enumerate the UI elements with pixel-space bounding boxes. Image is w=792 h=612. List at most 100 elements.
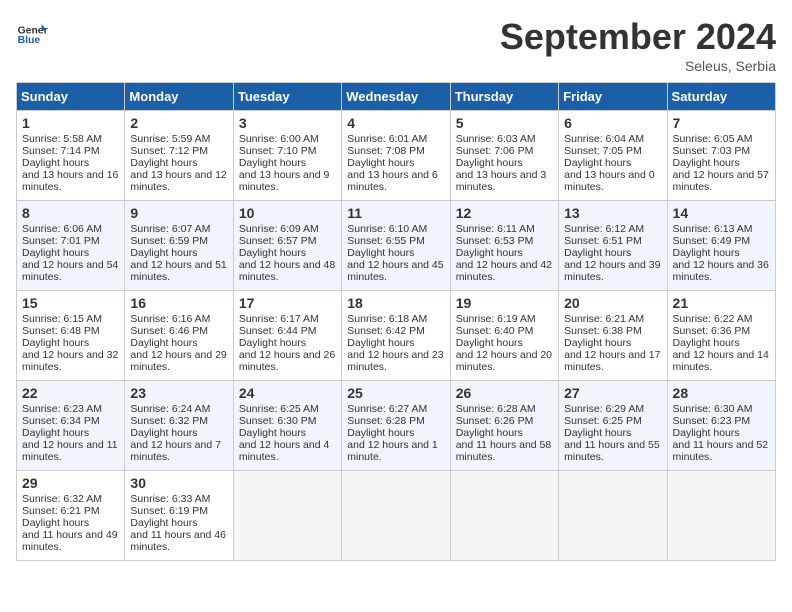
- calendar-row: 15 Sunrise: 6:15 AM Sunset: 6:48 PM Dayl…: [17, 291, 776, 381]
- calendar-cell: 18 Sunrise: 6:18 AM Sunset: 6:42 PM Dayl…: [342, 291, 450, 381]
- daylight-label: Daylight hours: [564, 427, 631, 439]
- daylight-label: Daylight hours: [673, 157, 740, 169]
- daylight-label: Daylight hours: [456, 337, 523, 349]
- sunrise: Sunrise: 6:27 AM: [347, 403, 427, 415]
- calendar-cell: 28 Sunrise: 6:30 AM Sunset: 6:23 PM Dayl…: [667, 381, 775, 471]
- day-number: 19: [456, 295, 553, 311]
- daylight-duration: and 12 hours and 45 minutes.: [347, 259, 443, 283]
- day-number: 3: [239, 115, 336, 131]
- daylight-label: Daylight hours: [456, 157, 523, 169]
- svg-text:Blue: Blue: [18, 35, 41, 46]
- col-thursday: Thursday: [450, 83, 558, 111]
- day-number: 21: [673, 295, 770, 311]
- sunset: Sunset: 6:49 PM: [673, 235, 751, 247]
- sunrise: Sunrise: 6:07 AM: [130, 223, 210, 235]
- calendar-cell: 12 Sunrise: 6:11 AM Sunset: 6:53 PM Dayl…: [450, 201, 558, 291]
- sunrise: Sunrise: 6:11 AM: [456, 223, 535, 235]
- sunrise: Sunrise: 6:00 AM: [239, 133, 319, 145]
- sunset: Sunset: 6:23 PM: [673, 415, 751, 427]
- calendar-cell: [342, 471, 450, 561]
- daylight-label: Daylight hours: [564, 157, 631, 169]
- sunrise: Sunrise: 6:25 AM: [239, 403, 319, 415]
- daylight-duration: and 12 hours and 39 minutes.: [564, 259, 660, 283]
- day-number: 24: [239, 385, 336, 401]
- daylight-label: Daylight hours: [130, 337, 197, 349]
- daylight-duration: and 12 hours and 23 minutes.: [347, 349, 443, 373]
- sunrise: Sunrise: 5:59 AM: [130, 133, 210, 145]
- day-number: 22: [22, 385, 119, 401]
- calendar-cell: [667, 471, 775, 561]
- sunset: Sunset: 6:40 PM: [456, 325, 534, 337]
- day-number: 11: [347, 205, 444, 221]
- daylight-label: Daylight hours: [347, 157, 414, 169]
- sunset: Sunset: 6:19 PM: [130, 505, 208, 517]
- sunset: Sunset: 6:32 PM: [130, 415, 208, 427]
- sunset: Sunset: 6:36 PM: [673, 325, 751, 337]
- daylight-label: Daylight hours: [239, 427, 306, 439]
- day-number: 16: [130, 295, 227, 311]
- day-number: 13: [564, 205, 661, 221]
- calendar-cell: [559, 471, 667, 561]
- day-number: 8: [22, 205, 119, 221]
- sunset: Sunset: 7:03 PM: [673, 145, 751, 157]
- daylight-duration: and 12 hours and 32 minutes.: [22, 349, 118, 373]
- day-number: 17: [239, 295, 336, 311]
- daylight-duration: and 12 hours and 57 minutes.: [673, 169, 769, 193]
- day-number: 23: [130, 385, 227, 401]
- daylight-duration: and 13 hours and 6 minutes.: [347, 169, 438, 193]
- col-saturday: Saturday: [667, 83, 775, 111]
- sunset: Sunset: 6:55 PM: [347, 235, 425, 247]
- day-number: 12: [456, 205, 553, 221]
- daylight-label: Daylight hours: [564, 337, 631, 349]
- sunrise: Sunrise: 6:17 AM: [239, 313, 319, 325]
- calendar-cell: 9 Sunrise: 6:07 AM Sunset: 6:59 PM Dayli…: [125, 201, 233, 291]
- col-monday: Monday: [125, 83, 233, 111]
- daylight-label: Daylight hours: [239, 337, 306, 349]
- daylight-duration: and 11 hours and 58 minutes.: [456, 439, 552, 463]
- sunset: Sunset: 7:08 PM: [347, 145, 425, 157]
- sunrise: Sunrise: 6:03 AM: [456, 133, 536, 145]
- calendar-cell: 13 Sunrise: 6:12 AM Sunset: 6:51 PM Dayl…: [559, 201, 667, 291]
- sunrise: Sunrise: 6:16 AM: [130, 313, 210, 325]
- calendar-row: 22 Sunrise: 6:23 AM Sunset: 6:34 PM Dayl…: [17, 381, 776, 471]
- day-number: 9: [130, 205, 227, 221]
- daylight-duration: and 11 hours and 46 minutes.: [130, 529, 226, 553]
- calendar-cell: [233, 471, 341, 561]
- daylight-duration: and 12 hours and 14 minutes.: [673, 349, 769, 373]
- sunrise: Sunrise: 6:13 AM: [673, 223, 753, 235]
- sunrise: Sunrise: 6:30 AM: [673, 403, 753, 415]
- day-number: 18: [347, 295, 444, 311]
- title-block: September 2024 Seleus, Serbia: [500, 16, 776, 74]
- daylight-duration: and 13 hours and 12 minutes.: [130, 169, 226, 193]
- calendar-cell: 23 Sunrise: 6:24 AM Sunset: 6:32 PM Dayl…: [125, 381, 233, 471]
- sunset: Sunset: 7:10 PM: [239, 145, 317, 157]
- sunset: Sunset: 6:42 PM: [347, 325, 425, 337]
- col-wednesday: Wednesday: [342, 83, 450, 111]
- sunrise: Sunrise: 6:22 AM: [673, 313, 753, 325]
- sunrise: Sunrise: 6:12 AM: [564, 223, 644, 235]
- header-row: Sunday Monday Tuesday Wednesday Thursday…: [17, 83, 776, 111]
- daylight-duration: and 12 hours and 1 minute.: [347, 439, 438, 463]
- daylight-label: Daylight hours: [130, 427, 197, 439]
- col-sunday: Sunday: [17, 83, 125, 111]
- logo-icon: General Blue: [16, 16, 48, 48]
- sunset: Sunset: 6:57 PM: [239, 235, 317, 247]
- calendar-cell: 15 Sunrise: 6:15 AM Sunset: 6:48 PM Dayl…: [17, 291, 125, 381]
- sunrise: Sunrise: 6:33 AM: [130, 493, 210, 505]
- calendar-cell: 3 Sunrise: 6:00 AM Sunset: 7:10 PM Dayli…: [233, 111, 341, 201]
- daylight-label: Daylight hours: [22, 427, 89, 439]
- sunset: Sunset: 6:26 PM: [456, 415, 534, 427]
- daylight-duration: and 12 hours and 29 minutes.: [130, 349, 226, 373]
- calendar-cell: [450, 471, 558, 561]
- day-number: 6: [564, 115, 661, 131]
- day-number: 1: [22, 115, 119, 131]
- location-subtitle: Seleus, Serbia: [500, 58, 776, 74]
- sunrise: Sunrise: 6:28 AM: [456, 403, 536, 415]
- col-tuesday: Tuesday: [233, 83, 341, 111]
- daylight-label: Daylight hours: [673, 247, 740, 259]
- calendar-cell: 2 Sunrise: 5:59 AM Sunset: 7:12 PM Dayli…: [125, 111, 233, 201]
- daylight-duration: and 11 hours and 49 minutes.: [22, 529, 118, 553]
- day-number: 4: [347, 115, 444, 131]
- page-header: General Blue September 2024 Seleus, Serb…: [16, 16, 776, 74]
- calendar-cell: 26 Sunrise: 6:28 AM Sunset: 6:26 PM Dayl…: [450, 381, 558, 471]
